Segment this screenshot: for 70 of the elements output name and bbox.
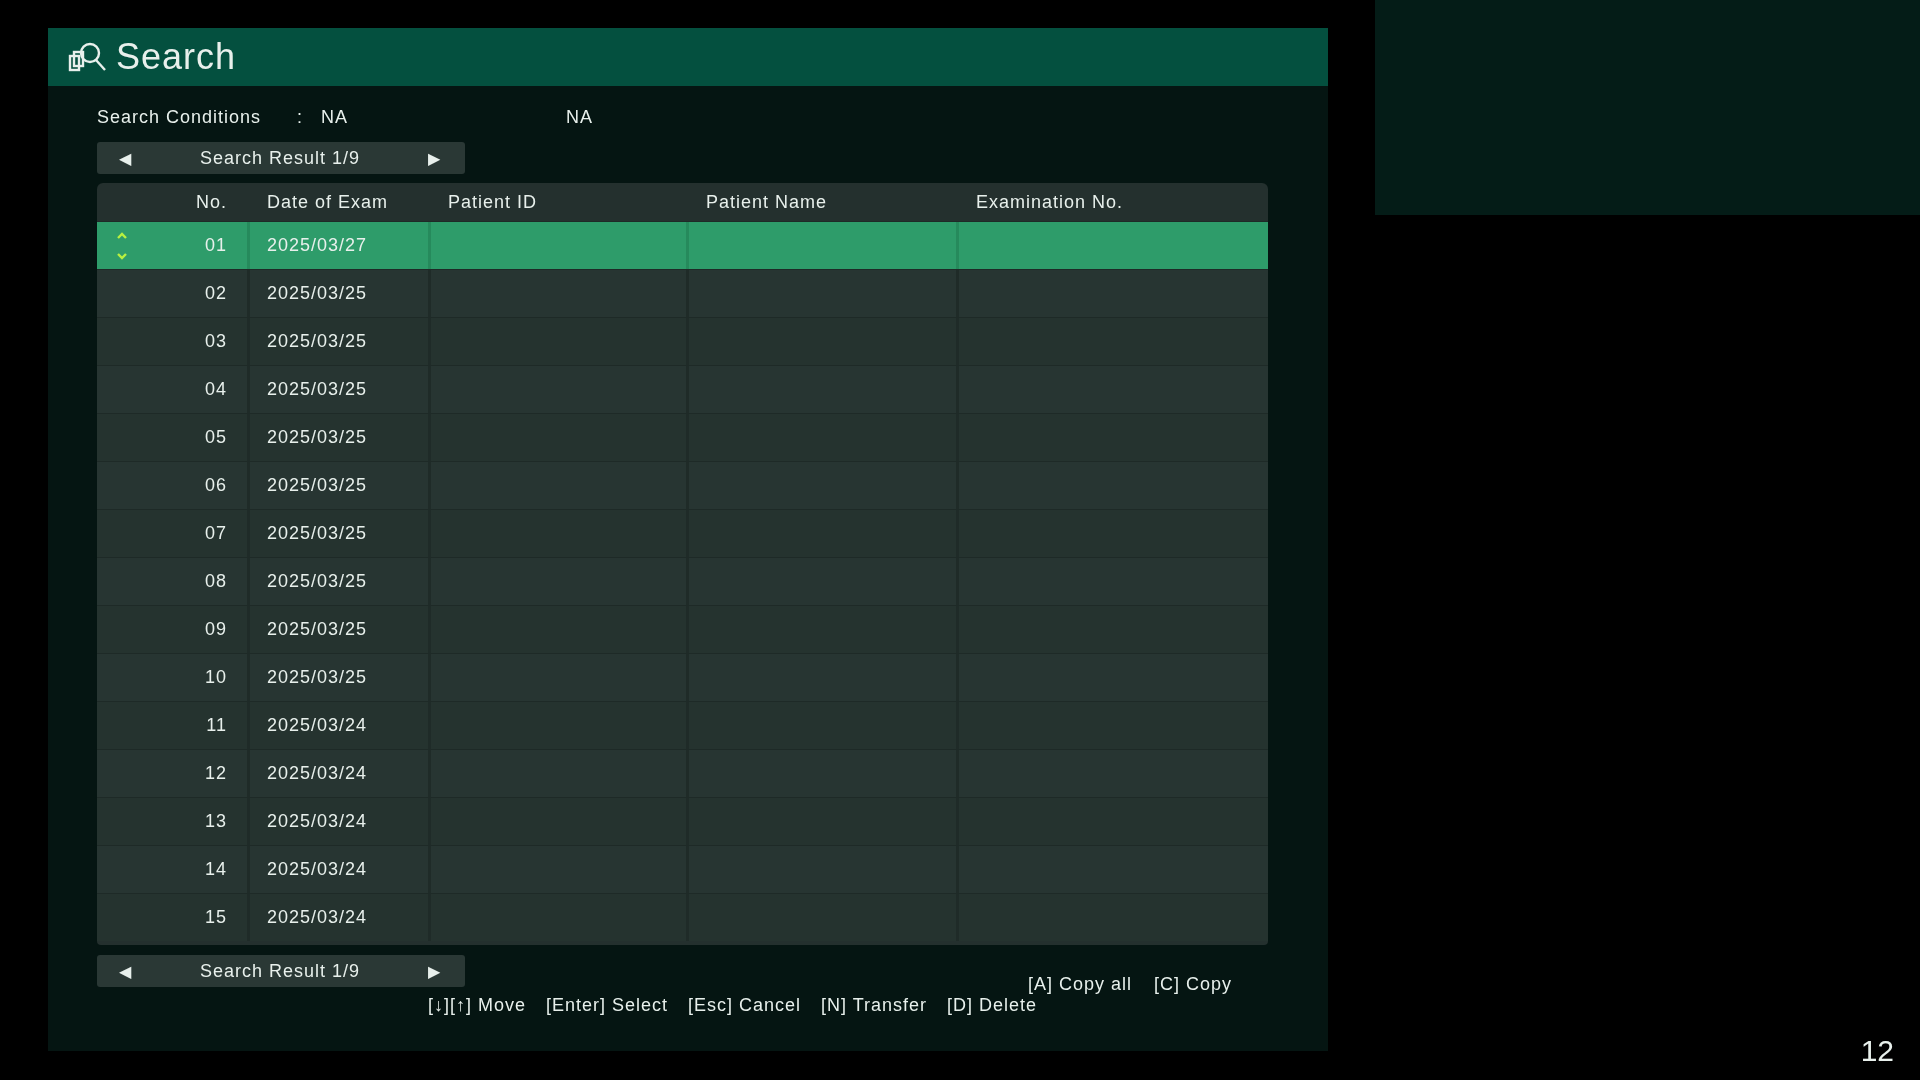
condition-value: NA — [566, 106, 593, 128]
table-cell: 15 — [204, 907, 227, 928]
table-cell: 2025/03/25 — [267, 523, 368, 544]
key-hint: [Esc] Cancel — [688, 995, 802, 1016]
table-cell: 11 — [206, 715, 227, 736]
next-arrow[interactable]: ▶ — [428, 148, 441, 168]
table-cell: 2025/03/24 — [267, 811, 368, 832]
table-cell: 2025/03/24 — [267, 715, 368, 736]
key-hint: [Enter] Select — [545, 995, 668, 1016]
table-row[interactable]: 07 2025/03/25 — [97, 509, 1268, 557]
table-cell: 2025/03/25 — [267, 283, 368, 304]
table-row[interactable]: 12 2025/03/24 — [97, 749, 1268, 797]
key-hint: [↓][↑] Move — [427, 995, 526, 1016]
table-row[interactable]: 15 2025/03/24 — [97, 893, 1268, 941]
table-cell: 2025/03/24 — [267, 907, 368, 928]
column-header: No. — [195, 191, 228, 213]
column-header: Patient ID — [447, 191, 539, 213]
table-row[interactable]: 05 2025/03/25 — [97, 413, 1268, 461]
table-cell: 12 — [204, 763, 227, 784]
result-label: Search Result 1/9 — [199, 147, 361, 169]
table-row[interactable]: 13 2025/03/24 — [97, 797, 1268, 845]
search-icon — [68, 40, 108, 74]
table-row[interactable]: 11 2025/03/24 — [97, 701, 1268, 749]
column-header: Date of Exam — [266, 191, 390, 213]
table-cell: 07 — [204, 523, 227, 544]
table-cell: 08 — [204, 571, 227, 592]
table-row[interactable]: 09 2025/03/25 — [97, 605, 1268, 653]
up-down-icon — [116, 230, 128, 261]
table-cell: 2025/03/25 — [267, 619, 368, 640]
table-cell: 2025/03/25 — [267, 667, 368, 688]
table-cell: 02 — [204, 283, 227, 304]
table-cell: 10 — [204, 667, 227, 688]
table-cell: 2025/03/25 — [267, 427, 368, 448]
previous-arrow[interactable]: ◀ — [119, 961, 132, 981]
previous-arrow[interactable]: ◀ — [119, 148, 132, 168]
table-cell: 2025/03/24 — [267, 859, 368, 880]
table-row[interactable]: 03 2025/03/25 — [97, 317, 1268, 365]
table-cell: 2025/03/25 — [267, 475, 368, 496]
table-cell: 05 — [204, 427, 227, 448]
table-cell: 14 — [204, 859, 227, 880]
table-cell: 2025/03/27 — [267, 235, 368, 256]
key-hint: [D] Delete — [947, 995, 1038, 1016]
table-row[interactable]: 02 2025/03/25 — [97, 269, 1268, 317]
separator: : — [297, 106, 304, 128]
key-hint: [N] Transfer — [821, 995, 928, 1016]
conditions-label: Search Conditions — [97, 106, 263, 128]
table-cell: 2025/03/25 — [267, 571, 368, 592]
key-hint: [A] Copy all — [1027, 974, 1132, 995]
condition-value: NA — [321, 106, 349, 128]
table-cell: 13 — [204, 811, 227, 832]
table-cell: 2025/03/25 — [267, 379, 368, 400]
key-hint: [C] Copy — [1153, 974, 1232, 995]
window-title: Search — [116, 36, 237, 78]
table-row[interactable]: 10 2025/03/25 — [97, 653, 1268, 701]
column-header: Patient Name — [705, 191, 829, 213]
column-header: Examination No. — [975, 191, 1125, 213]
table-row[interactable]: 04 2025/03/25 — [97, 365, 1268, 413]
page-number: 12 — [1860, 1034, 1894, 1068]
result-label: Search Result 1/9 — [199, 960, 361, 982]
table-cell: 09 — [204, 619, 227, 640]
next-arrow[interactable]: ▶ — [428, 961, 441, 981]
table-row[interactable]: 14 2025/03/24 — [97, 845, 1268, 893]
table-cell: 2025/03/24 — [267, 763, 368, 784]
table-cell: 06 — [204, 475, 227, 496]
table-row[interactable]: 06 2025/03/25 — [97, 461, 1268, 509]
table-cell: 03 — [204, 331, 227, 352]
table-row[interactable]: 08 2025/03/25 — [97, 557, 1268, 605]
table-cell: 2025/03/25 — [267, 331, 368, 352]
table-cell: 04 — [204, 379, 227, 400]
table-cell: 01 — [204, 235, 227, 256]
